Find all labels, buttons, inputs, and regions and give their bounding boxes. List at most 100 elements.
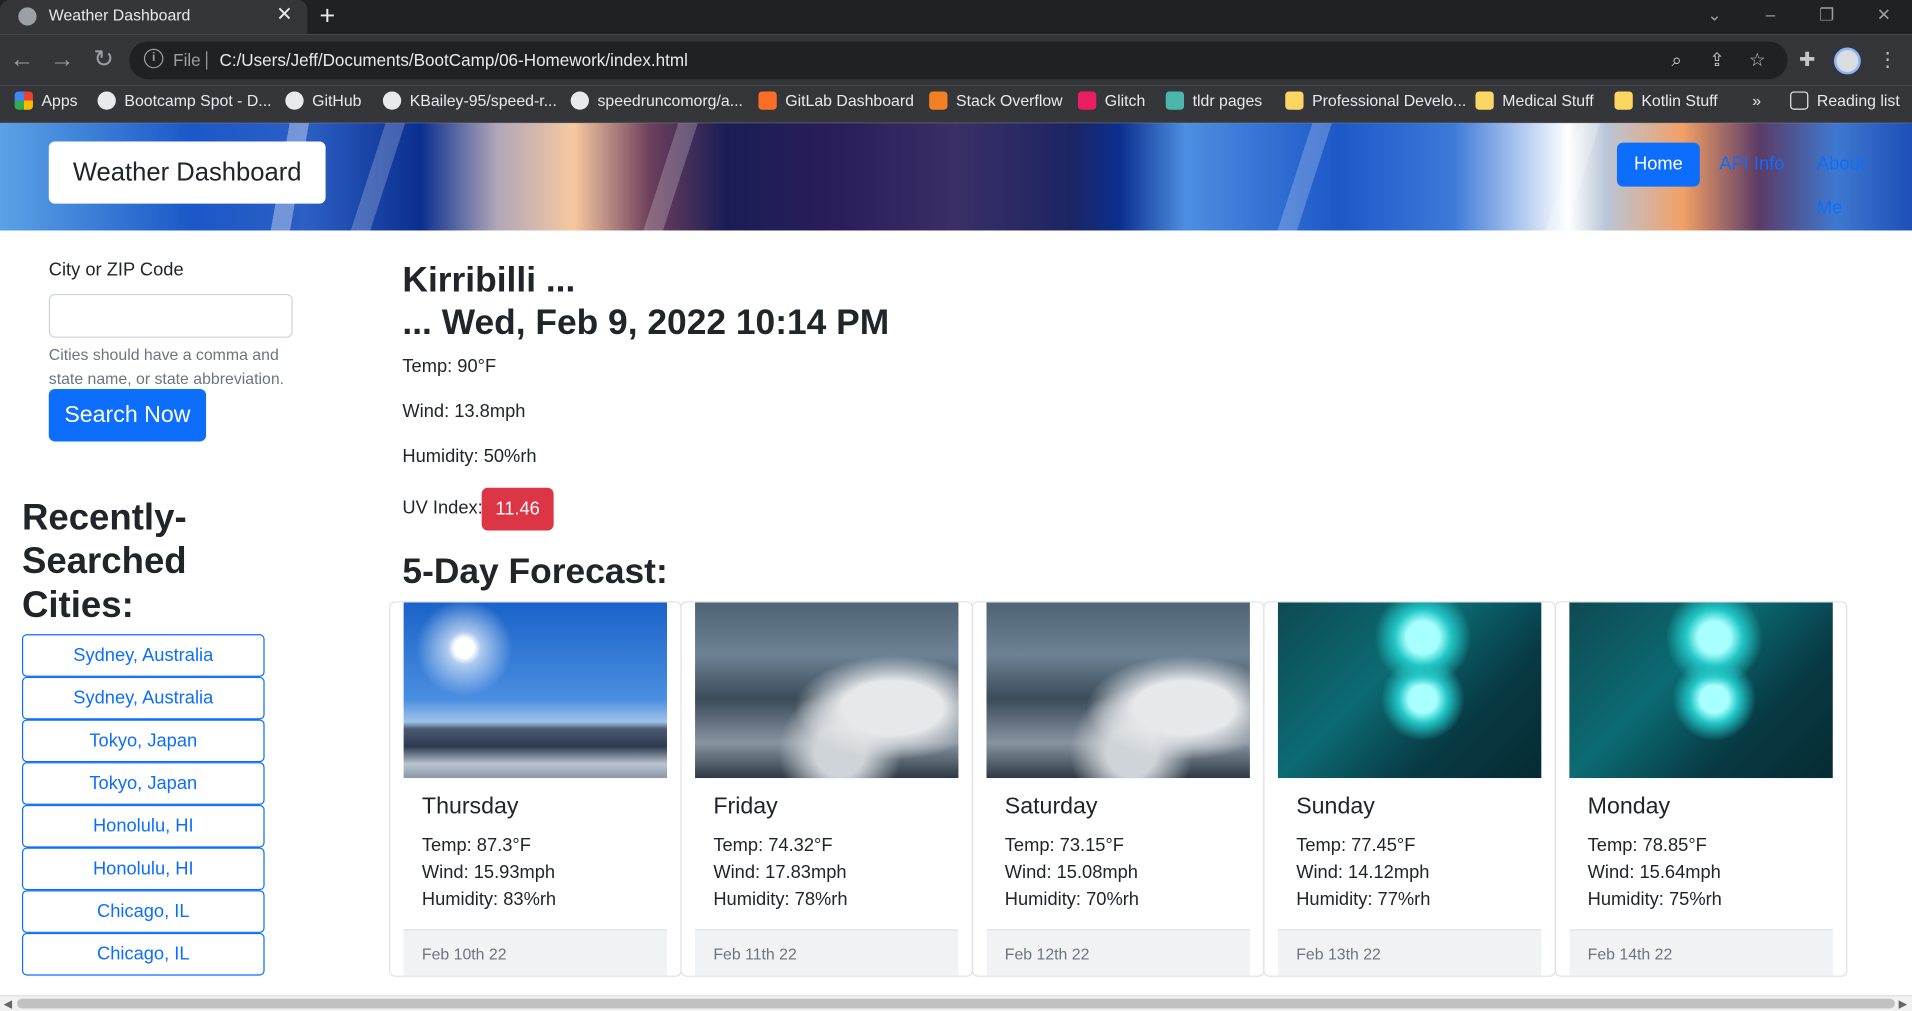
search-help-text: Cities should have a comma and state nam… [48,345,285,388]
current-city: Kirribilli ... [402,260,576,300]
globe-icon [18,7,37,26]
forecast-wind: Wind: 15.64mph [1587,862,1721,883]
url-scheme: File [173,49,201,70]
forecast-card: Saturday Temp: 73.15°F Wind: 15.08mph Hu… [971,601,1265,977]
bookmark-gitlab[interactable]: GitLab Dashboard [758,85,914,123]
menu-icon[interactable]: ⋮ [1874,48,1901,75]
bookmark-bootcamp[interactable]: Bootcamp Spot - D... [97,85,272,123]
scroll-right-icon[interactable]: ▶ [1899,996,1907,1011]
tab-search-icon[interactable]: ⌄ [1686,0,1742,34]
forecast-humidity: Humidity: 75%rh [1587,889,1722,910]
current-wind: Wind: 13.8mph [402,401,526,422]
github-icon [382,91,402,110]
current-datetime: ... Wed, Feb 9, 2022 10:14 PM [402,303,890,343]
bookmark-tldr[interactable]: tldr pages [1165,85,1262,123]
bookmark-speedruncomorg[interactable]: speedruncomorg/a... [570,85,743,123]
forecast-title: 5-Day Forecast: [402,552,668,592]
bookmarks-bar: Apps Bootcamp Spot - D... GitHub KBailey… [0,85,1912,124]
minimize-icon[interactable]: – [1743,0,1799,34]
site-brand[interactable]: Weather Dashboard [48,141,326,204]
apps-icon [14,91,33,110]
browser-toolbar: ← → ↻ i File C:/Users/Jeff/Documents/Boo… [0,34,1912,86]
folder-icon [1475,91,1494,110]
rain-weather-image [1277,602,1542,779]
scrollbar-thumb[interactable] [17,998,1895,1009]
search-button[interactable]: Search Now [48,389,207,442]
recent-city-button[interactable]: Tokyo, Japan [21,719,265,763]
github-icon [570,91,589,110]
tab-strip: Weather Dashboard ✕ + ⌄ – ❐ ✕ [0,0,1912,35]
recent-city-button[interactable]: Honolulu, HI [21,804,265,848]
forecast-wind: Wind: 14.12mph [1296,862,1430,883]
folder-icon [1614,91,1633,110]
stackoverflow-icon [929,91,948,110]
forecast-date: Feb 11th 22 [695,929,959,976]
url-text[interactable]: C:/Users/Jeff/Documents/BootCamp/06-Home… [219,41,687,79]
header-banner: Weather Dashboard Home API Info About Me [0,123,1912,231]
close-tab-icon[interactable]: ✕ [276,0,292,32]
reading-list[interactable]: Reading list [1790,85,1900,123]
current-humidity: Humidity: 50%rh [402,446,537,468]
reload-icon[interactable]: ↻ [88,44,120,76]
bookmark-stackoverflow[interactable]: Stack Overflow [929,85,1063,123]
bookmark-speedrun-repo[interactable]: KBailey-95/speed-r... [382,85,557,123]
back-icon[interactable]: ← [6,44,38,76]
restore-icon[interactable]: ❐ [1799,0,1855,34]
horizontal-scrollbar[interactable]: ◀ ▶ [0,995,1912,1011]
extensions-icon[interactable]: ✚ [1794,48,1821,75]
forecast-wind: Wind: 15.08mph [1004,862,1138,883]
forecast-card: Friday Temp: 74.32°F Wind: 17.83mph Humi… [680,601,974,977]
bookmark-professional[interactable]: Professional Develo... [1285,85,1466,123]
forward-icon[interactable]: → [46,44,78,76]
recent-city-button[interactable]: Honolulu, HI [21,847,265,891]
cloudy-weather-image [986,602,1250,779]
avatar[interactable] [1833,47,1861,75]
share-icon[interactable]: ⇪ [1705,49,1729,73]
globe-icon [97,91,116,110]
bookmark-star-icon[interactable]: ☆ [1745,49,1769,73]
nav-api-info[interactable]: API Info [1702,143,1801,187]
info-icon[interactable]: i [143,48,164,69]
address-bar[interactable]: i File C:/Users/Jeff/Documents/BootCamp/… [129,41,1788,80]
uv-label: UV Index: [402,497,483,519]
bookmark-apps[interactable]: Apps [14,85,78,123]
forecast-day: Thursday [421,793,519,820]
forecast-date: Feb 14th 22 [1569,929,1833,976]
forecast-date: Feb 13th 22 [1277,929,1542,976]
bookmark-kotlin[interactable]: Kotlin Stuff [1614,85,1718,123]
tab-title: Weather Dashboard [48,6,191,25]
glitch-icon [1077,91,1097,110]
more-bookmarks-button[interactable]: » [1752,85,1761,123]
cloudy-weather-image [695,602,959,779]
bookmark-glitch[interactable]: Glitch [1077,85,1145,123]
gitlab-icon [758,91,777,110]
bookmark-medical[interactable]: Medical Stuff [1475,85,1594,123]
new-tab-button[interactable]: + [319,0,335,32]
nav-about-me[interactable]: About Me [1800,143,1912,219]
forecast-card: Thursday Temp: 87.3°F Wind: 15.93mph Hum… [388,601,682,977]
github-icon [285,91,304,110]
recent-city-button[interactable]: Chicago, IL [21,890,265,933]
recent-city-button[interactable]: Tokyo, Japan [21,762,265,805]
forecast-day: Friday [713,793,778,820]
forecast-temp: Temp: 73.15°F [1004,835,1124,857]
forecast-card: Monday Temp: 78.85°F Wind: 15.64mph Humi… [1554,601,1848,977]
forecast-date: Feb 12th 22 [986,929,1250,976]
window-close-icon[interactable]: ✕ [1856,0,1912,34]
zoom-icon[interactable]: ⌕ [1664,49,1688,73]
recent-city-button[interactable]: Sydney, Australia [21,676,265,720]
recent-city-button[interactable]: Sydney, Australia [21,634,265,677]
forecast-date: Feb 10th 22 [403,929,668,976]
recent-city-button[interactable]: Chicago, IL [21,932,265,976]
forecast-wind: Wind: 17.83mph [713,862,847,883]
nav-home[interactable]: Home [1616,142,1700,187]
bookmark-github[interactable]: GitHub [285,85,362,123]
forecast-day: Monday [1587,793,1671,820]
forecast-temp: Temp: 77.45°F [1296,835,1416,857]
banner-decoration [338,123,414,231]
city-search-input[interactable] [48,293,293,338]
scroll-left-icon[interactable]: ◀ [4,996,12,1011]
forecast-humidity: Humidity: 70%rh [1004,889,1139,910]
sunny-weather-image [403,602,668,779]
browser-tab[interactable]: Weather Dashboard ✕ [0,0,308,35]
